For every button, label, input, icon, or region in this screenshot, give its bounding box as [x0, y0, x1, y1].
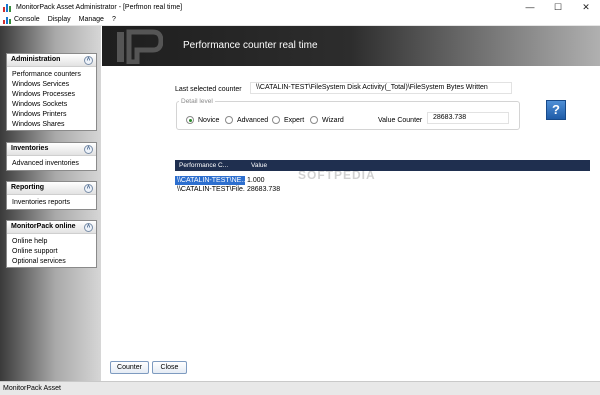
chevron-up-icon[interactable]: ˄	[84, 56, 93, 65]
bottom-button-bar: Counter Close	[102, 356, 600, 381]
menu-bar: Console Display Manage ?	[0, 14, 600, 26]
status-text: MonitorPack Asset	[3, 385, 61, 392]
menu-display[interactable]: Display	[48, 16, 71, 23]
radio-checked-icon[interactable]	[186, 116, 194, 124]
panel-header-reporting[interactable]: Reporting ˄	[7, 182, 96, 195]
sidebar-item-windows-shares[interactable]: Windows Shares	[12, 120, 96, 130]
radio-label: Expert	[284, 116, 305, 124]
panel-title: Reporting	[11, 184, 45, 191]
panel-title: MonitorPack online	[11, 223, 76, 230]
radio-label: Novice	[198, 116, 220, 124]
chevron-up-icon[interactable]: ˄	[84, 223, 93, 232]
status-bar: MonitorPack Asset	[0, 381, 600, 395]
grid-header: Performance C... Value	[175, 160, 590, 171]
sidebar-item-online-help[interactable]: Online help	[12, 237, 96, 247]
menu-help[interactable]: ?	[112, 16, 116, 23]
monitorpack-logo-icon	[117, 29, 163, 64]
watermark: SOFTPEDIA	[298, 168, 376, 182]
panel-administration: Administration ˄ Performance counters Wi…	[6, 53, 97, 131]
menu-manage[interactable]: Manage	[79, 16, 104, 23]
panel-reporting: Reporting ˄ Inventories reports	[6, 181, 97, 210]
title-bar: MonitorPack Asset Administrator - [Perfm…	[0, 0, 600, 14]
panel-title: Administration	[11, 56, 61, 63]
sidebar-item-advanced-inventories[interactable]: Advanced inventories	[12, 159, 96, 169]
menu-console[interactable]: Console	[14, 16, 40, 23]
sidebar-item-optional-services[interactable]: Optional services	[12, 257, 96, 267]
sidebar-item-windows-sockets[interactable]: Windows Sockets	[12, 100, 96, 110]
sidebar-item-windows-processes[interactable]: Windows Processes	[12, 90, 96, 100]
panel-inventories: Inventories ˄ Advanced inventories	[6, 142, 97, 171]
radio-unchecked-icon[interactable]	[225, 116, 233, 124]
value-counter-label: Value Counter	[378, 117, 423, 124]
panel-header-inventories[interactable]: Inventories ˄	[7, 143, 96, 156]
last-selected-counter-field[interactable]: \\CATALIN-TEST\FileSystem Disk Activity(…	[250, 82, 512, 94]
app-bar-chart-icon	[3, 3, 12, 12]
sidebar-item-windows-services[interactable]: Windows Services	[12, 80, 96, 90]
panel-header-administration[interactable]: Administration ˄	[7, 54, 96, 67]
chevron-up-icon[interactable]: ˄	[84, 184, 93, 193]
window-title: MonitorPack Asset Administrator - [Perfm…	[16, 3, 183, 11]
main-content: Last selected counter \\CATALIN-TEST\Fil…	[102, 66, 600, 381]
grid-cell-value: 28683.738	[247, 186, 281, 193]
radio-unchecked-icon[interactable]	[310, 116, 318, 124]
counter-button[interactable]: Counter	[110, 361, 149, 374]
close-window-button[interactable]: ✕	[572, 0, 600, 14]
radio-advanced[interactable]: Advanced	[225, 116, 268, 124]
table-row[interactable]: \\CATALIN-TEST\NE... 1.000	[175, 176, 590, 185]
radio-expert[interactable]: Expert	[272, 116, 304, 124]
last-selected-counter-label: Last selected counter	[175, 86, 242, 93]
page-title: Performance counter real time	[183, 40, 318, 51]
panel-title: Inventories	[11, 145, 49, 152]
radio-novice[interactable]: Novice	[186, 116, 219, 124]
radio-wizard[interactable]: Wizard	[310, 116, 344, 124]
table-row[interactable]: \\CATALIN-TEST\File... 28683.738	[175, 185, 590, 194]
panel-header-monitorpack-online[interactable]: MonitorPack online ˄	[7, 221, 96, 234]
page-header: Performance counter real time	[102, 26, 600, 66]
radio-label: Advanced	[237, 116, 269, 124]
value-counter-field[interactable]: 28683.738	[427, 112, 509, 124]
detail-level-legend: Detail level	[179, 98, 215, 105]
sidebar-item-online-support[interactable]: Online support	[12, 247, 96, 257]
maximize-button[interactable]: ☐	[544, 0, 572, 14]
sidebar-item-windows-printers[interactable]: Windows Printers	[12, 110, 96, 120]
radio-label: Wizard	[322, 116, 344, 124]
column-header-performance-counter[interactable]: Performance C...	[175, 160, 247, 171]
panel-monitorpack-online: MonitorPack online ˄ Online help Online …	[6, 220, 97, 268]
app-bar-chart-icon	[3, 16, 11, 24]
sidebar-item-inventories-reports[interactable]: Inventories reports	[12, 198, 96, 208]
help-question-icon[interactable]: ?	[546, 100, 566, 120]
grid-cell-counter: \\CATALIN-TEST\File...	[177, 186, 245, 193]
close-button[interactable]: Close	[152, 361, 187, 374]
chevron-up-icon[interactable]: ˄	[84, 145, 93, 154]
sidebar-item-performance-counters[interactable]: Performance counters	[12, 70, 96, 80]
sidebar: Administration ˄ Performance counters Wi…	[0, 26, 101, 381]
minimize-button[interactable]: —	[516, 0, 544, 14]
radio-unchecked-icon[interactable]	[272, 116, 280, 124]
grid-cell-counter: \\CATALIN-TEST\NE...	[175, 176, 245, 185]
